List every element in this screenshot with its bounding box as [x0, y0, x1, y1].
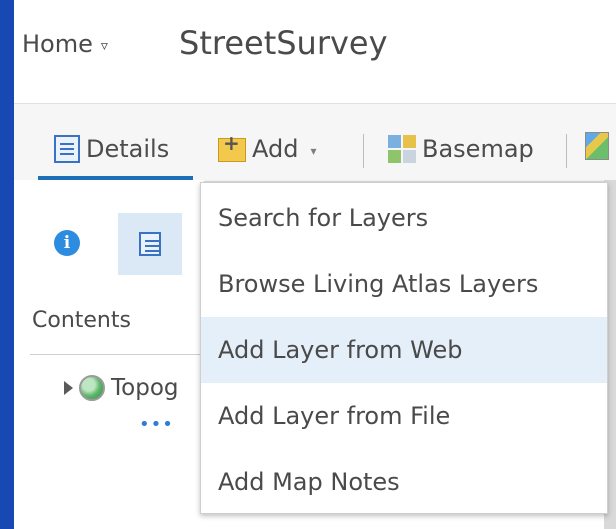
- divider: [30, 354, 210, 355]
- menu-item-add-map-notes[interactable]: Add Map Notes: [201, 449, 607, 515]
- list-icon: [139, 232, 161, 256]
- details-icon: [54, 135, 80, 163]
- title-bar: Home ▿ StreetSurvey: [14, 0, 616, 95]
- app-window: Home ▿ StreetSurvey Details Add ▾ Basema…: [14, 0, 616, 529]
- list-tile-button[interactable]: [118, 213, 182, 275]
- toolbar: Details Add ▾ Basemap: [14, 103, 616, 182]
- add-icon: [218, 131, 246, 162]
- home-label: Home: [22, 30, 93, 58]
- layer-item[interactable]: Topog: [64, 375, 178, 401]
- add-button[interactable]: Add ▾: [218, 131, 317, 166]
- chevron-down-icon: ▿: [100, 38, 108, 54]
- expand-icon[interactable]: [64, 381, 73, 395]
- app-title: StreetSurvey: [179, 24, 388, 62]
- menu-item-browse-living-atlas-layers[interactable]: Browse Living Atlas Layers: [201, 251, 607, 317]
- add-label: Add: [252, 135, 299, 163]
- basemap-icon: [388, 135, 416, 163]
- basemap-button[interactable]: Basemap: [388, 132, 534, 166]
- home-menu-button[interactable]: Home ▿: [22, 30, 108, 58]
- menu-item-search-for-layers[interactable]: Search for Layers: [201, 185, 607, 251]
- toolbar-divider: [363, 134, 364, 168]
- basemap-label: Basemap: [422, 135, 534, 163]
- menu-item-add-layer-from-file[interactable]: Add Layer from File: [201, 383, 607, 449]
- details-label: Details: [86, 135, 170, 163]
- more-icon[interactable]: •••: [139, 414, 174, 435]
- details-button[interactable]: Details: [54, 132, 169, 166]
- globe-icon: [79, 375, 105, 401]
- info-icon[interactable]: i: [54, 230, 80, 256]
- details-panel: i Contents Topog •••: [14, 180, 210, 529]
- add-dropdown-menu: Search for Layers Browse Living Atlas La…: [200, 182, 608, 514]
- layer-name: Topog: [111, 375, 179, 401]
- menu-item-add-layer-from-web[interactable]: Add Layer from Web: [201, 317, 607, 383]
- analysis-icon[interactable]: [585, 132, 609, 160]
- contents-heading: Contents: [32, 308, 131, 333]
- toolbar-divider: [566, 134, 567, 168]
- chevron-down-icon: ▾: [310, 144, 317, 158]
